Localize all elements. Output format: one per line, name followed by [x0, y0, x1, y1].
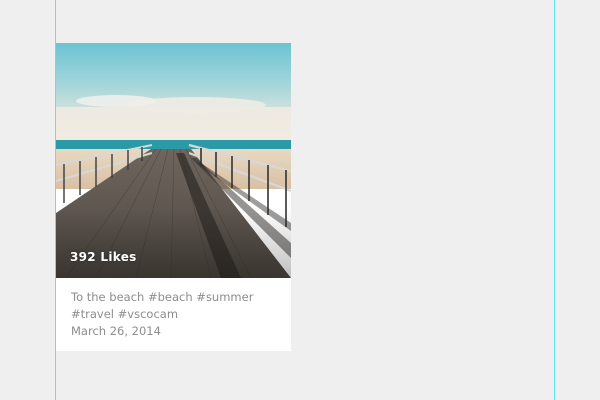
post-photo[interactable]: 392 Likes [56, 43, 291, 278]
boardwalk-photo-image [56, 43, 291, 278]
caption-text: To the beach #beach #summer #travel #vsc… [71, 290, 254, 321]
guide-line-right [554, 0, 555, 400]
post-card[interactable]: 392 Likes To the beach #beach #summer #t… [56, 43, 291, 351]
post-caption: To the beach #beach #summer #travel #vsc… [71, 289, 281, 340]
likes-count[interactable]: 392 Likes [70, 250, 137, 264]
post-date: March 26, 2014 [71, 324, 161, 338]
